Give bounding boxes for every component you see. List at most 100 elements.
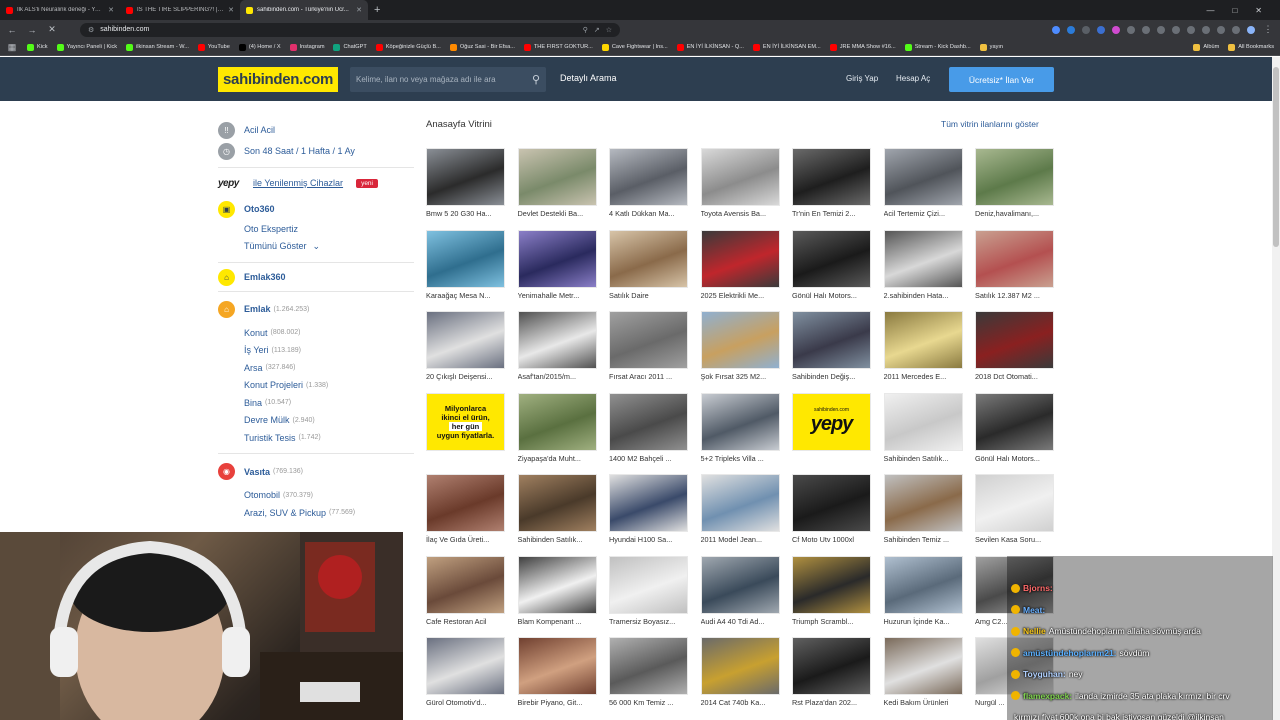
listing-card[interactable]: 2011 Model Jean... <box>700 474 780 552</box>
emlak-row[interactable]: ⌂ Emlak (1.264.253) <box>218 294 414 324</box>
subcategory-link[interactable]: Arsa (327.846) <box>218 359 414 377</box>
listing-thumbnail[interactable] <box>792 311 871 369</box>
listing-card[interactable]: Triumph Scrambl... <box>792 555 871 634</box>
back-icon[interactable]: ← <box>6 25 18 35</box>
register-link[interactable]: Hesap Aç <box>896 74 930 83</box>
forward-icon[interactable]: → <box>26 25 38 35</box>
listing-title[interactable]: 1400 M2 Bahçeli ... <box>609 454 688 463</box>
browser-tab[interactable]: IS THE TIRE SLIPPERING?! | 5Sriders | ..… <box>120 0 240 20</box>
listing-card[interactable]: Audi A4 40 Tdi Ad... <box>700 555 780 634</box>
listing-card[interactable]: Gönül Halı Motors... <box>975 392 1054 471</box>
listing-card[interactable]: Sahibinden Satılık... <box>517 474 597 552</box>
listing-thumbnail[interactable] <box>975 148 1054 206</box>
all-bookmarks-button[interactable]: All Bookmarks <box>1228 43 1274 51</box>
listing-thumbnail[interactable] <box>975 392 1054 451</box>
listing-title[interactable]: Gönül Halı Motors... <box>792 291 871 300</box>
oto360-row[interactable]: ▣ Oto360 <box>218 198 414 220</box>
bookmark-folder[interactable]: Albüm <box>1193 43 1219 51</box>
listing-title[interactable]: Devlet Destekli Ba... <box>518 209 597 218</box>
listing-title[interactable]: Tr'nin En Temizi 2... <box>792 209 871 218</box>
listing-thumbnail[interactable] <box>792 555 871 614</box>
show-all-showcase-link[interactable]: Tüm vitrin ilanlarını göster <box>941 119 1039 129</box>
subcategory-link[interactable]: Turistik Tesis (1.742) <box>218 429 414 447</box>
login-link[interactable]: Giriş Yap <box>846 74 878 83</box>
listing-card[interactable]: Sahibinden Değiş... <box>792 311 871 389</box>
urgent-row[interactable]: !! Acil Acil <box>218 120 414 140</box>
listing-title[interactable]: Satılık 12.387 M2 ... <box>975 291 1054 300</box>
subcategory-link[interactable]: İş Yeri (113.189) <box>218 342 414 360</box>
extension-icon[interactable] <box>1127 25 1135 34</box>
listing-thumbnail[interactable] <box>517 555 597 614</box>
listing-thumbnail[interactable] <box>426 474 505 532</box>
emlak360-link[interactable]: Emlak360 <box>244 272 286 282</box>
extension-icon[interactable] <box>1067 25 1075 34</box>
zoom-icon[interactable]: ⚲ <box>583 26 588 34</box>
listing-thumbnail[interactable] <box>609 555 688 614</box>
listing-card[interactable]: İlaç Ve Gıda Üreti... <box>426 474 505 552</box>
listing-thumbnail[interactable] <box>975 229 1054 288</box>
listing-title[interactable]: Gönül Halı Motors... <box>975 454 1054 463</box>
extension-icon[interactable] <box>1202 25 1210 34</box>
listing-card[interactable]: Yenimahalle Metr... <box>517 229 597 308</box>
listing-card[interactable]: 2018 Dct Otomati... <box>975 311 1054 389</box>
urgent-link[interactable]: Acil Acil <box>244 125 275 135</box>
listing-thumbnail[interactable] <box>883 229 963 288</box>
time-filter-row[interactable]: ◷ Son 48 Saat / 1 Hafta / 1 Ay <box>218 140 414 162</box>
listing-card[interactable]: Kedi Bakım Ürünleri <box>883 637 963 715</box>
profile-avatar[interactable] <box>1247 25 1255 34</box>
oto-expertise-link[interactable]: Oto Ekspertiz <box>218 220 414 238</box>
extension-icon[interactable] <box>1052 25 1060 34</box>
bookmark-item[interactable]: Cave Fightwear | Ins... <box>601 43 668 51</box>
listing-card[interactable]: Cafe Restoran Acil <box>426 555 505 634</box>
listing-title[interactable]: Asaf'tan/2015/m... <box>518 372 597 381</box>
listing-title[interactable]: Cf Moto Utv 1000xl <box>792 535 871 544</box>
bookmark-item[interactable]: THE FIRST GOKTUR... <box>523 43 593 51</box>
bookmark-item[interactable]: Kick <box>27 43 48 51</box>
listing-card[interactable]: 2011 Mercedes E... <box>883 311 963 389</box>
bookmark-item[interactable]: ChatGPT <box>333 43 367 51</box>
listing-thumbnail[interactable] <box>609 474 688 532</box>
apps-grid-icon[interactable]: ▦ <box>6 42 18 53</box>
extension-icon[interactable] <box>1187 25 1195 34</box>
listing-card[interactable]: Deniz,havalimanı,... <box>975 148 1054 226</box>
listing-title[interactable]: 2.sahibinden Hata... <box>884 291 963 300</box>
listing-title[interactable]: 20 Çıkışlı Deişensi... <box>426 372 505 381</box>
emlak360-row[interactable]: ⌂ Emlak360 <box>218 263 414 291</box>
bookmark-item[interactable]: Stream - Kick Dashb... <box>904 43 971 51</box>
close-tab-icon[interactable]: ✕ <box>108 6 114 14</box>
listing-card[interactable]: 4 Katlı Dükkan Ma... <box>609 148 688 226</box>
bookmark-item[interactable]: Yayıncı Paneli | Kick <box>56 43 117 51</box>
promo-banner[interactable]: Milyonlarca ikinci el ürün, her gün uygun f… <box>426 392 505 451</box>
listing-title[interactable]: Bmw 5 20 G30 Ha... <box>426 209 505 218</box>
listing-card[interactable]: Satılık 12.387 M2 ... <box>975 229 1054 308</box>
maximize-icon[interactable]: □ <box>1232 6 1237 15</box>
new-tab-button[interactable]: + <box>368 4 386 16</box>
vasita-row[interactable]: ◉ Vasıta (769.136) <box>218 457 414 487</box>
bookmark-item[interactable]: (4) Home / X <box>238 43 281 51</box>
listing-thumbnail[interactable] <box>609 311 688 369</box>
extension-icon[interactable] <box>1232 25 1240 34</box>
yepy-row[interactable]: yepy ile Yenilenmiş Cihazlar yeni <box>218 168 414 198</box>
listing-card[interactable]: Bmw 5 20 G30 Ha... <box>426 148 505 226</box>
listing-card[interactable]: Gönül Halı Motors... <box>792 229 871 308</box>
extension-icon[interactable] <box>1097 25 1105 34</box>
listing-thumbnail[interactable] <box>975 474 1054 532</box>
listing-thumbnail[interactable] <box>975 311 1054 369</box>
bookmark-item[interactable]: YouTube <box>197 43 230 51</box>
stop-loading-icon[interactable]: ✕ <box>46 24 58 35</box>
listing-thumbnail[interactable] <box>700 148 780 206</box>
listing-title[interactable]: İlaç Ve Gıda Üreti... <box>426 535 505 544</box>
listing-title[interactable]: Deniz,havalimanı,... <box>975 209 1054 218</box>
listing-card[interactable]: Ziyapaşa'da Muht... <box>517 392 597 471</box>
listing-thumbnail[interactable] <box>700 311 780 369</box>
listing-thumbnail[interactable] <box>426 148 505 206</box>
menu-kebab-icon[interactable]: ⋮ <box>1262 24 1274 35</box>
listing-card[interactable]: 2.sahibinden Hata... <box>883 229 963 308</box>
bookmark-item[interactable]: Instagram <box>289 43 324 51</box>
listing-title[interactable]: Toyota Avensis Ba... <box>701 209 780 218</box>
subcategory-link[interactable]: Bina (10.547) <box>218 394 414 412</box>
listing-card[interactable]: 20 Çıkışlı Deişensi... <box>426 311 505 389</box>
extension-icon[interactable] <box>1142 25 1150 34</box>
search-input[interactable] <box>356 75 532 84</box>
listing-thumbnail[interactable] <box>792 229 871 288</box>
